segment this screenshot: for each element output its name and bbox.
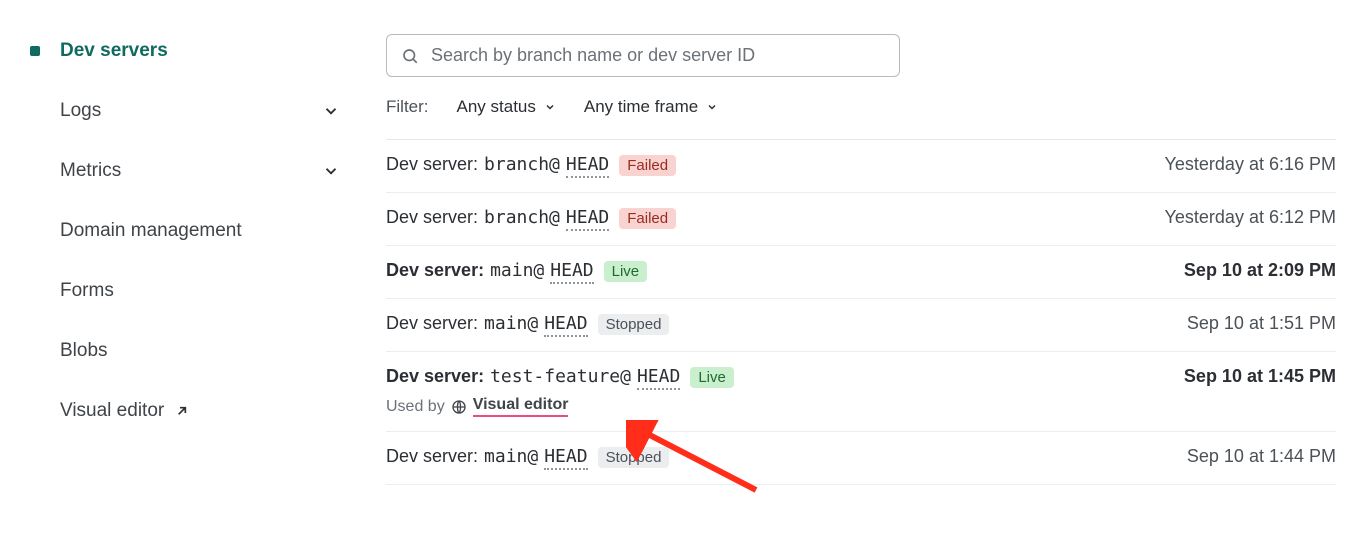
globe-icon: [451, 399, 467, 415]
sidebar-item-label: Visual editor: [60, 400, 164, 422]
branch-name: main@: [484, 446, 538, 467]
branch-name: main@: [484, 313, 538, 334]
used-by-label: Used by: [386, 398, 445, 416]
used-by-line: Used by Visual editor: [386, 396, 734, 417]
dev-server-row[interactable]: Dev server: branch@ HEAD Failed Yesterday a…: [386, 193, 1336, 246]
branch-name: branch@: [484, 154, 560, 175]
filter-row: Filter: Any status Any time frame: [386, 97, 1336, 140]
row-prefix: Dev server:: [386, 313, 478, 334]
row-prefix: Dev server:: [386, 366, 484, 387]
row-timestamp: Yesterday at 6:16 PM: [1165, 154, 1336, 175]
row-prefix: Dev server:: [386, 207, 478, 228]
filter-status-dropdown[interactable]: Any status: [457, 97, 556, 117]
row-timestamp: Sep 10 at 2:09 PM: [1184, 260, 1336, 281]
status-badge: Live: [604, 261, 648, 282]
row-timestamp: Sep 10 at 1:44 PM: [1187, 446, 1336, 467]
filter-timeframe-label: Any time frame: [584, 97, 698, 117]
sidebar: Dev servers Logs Metrics Domain management F…: [0, 0, 368, 545]
dev-server-row[interactable]: Dev server: main@ HEAD Stopped Sep 10 at 1:…: [386, 432, 1336, 485]
dev-server-row[interactable]: Dev server: branch@ HEAD Failed Yesterday a…: [386, 140, 1336, 193]
status-badge: Stopped: [598, 314, 670, 335]
row-prefix: Dev server:: [386, 260, 484, 281]
chevron-down-icon: [544, 101, 556, 113]
visual-editor-link[interactable]: Visual editor: [473, 396, 569, 417]
external-link-icon: [174, 403, 190, 419]
sidebar-item-blobs[interactable]: Blobs: [30, 330, 348, 372]
branch-name: branch@: [484, 207, 560, 228]
filter-status-label: Any status: [457, 97, 536, 117]
sidebar-item-label: Forms: [60, 280, 114, 302]
main-panel: Filter: Any status Any time frame Dev se…: [368, 0, 1354, 545]
dev-server-row[interactable]: Dev server: main@ HEAD Stopped Sep 10 at 1:…: [386, 299, 1336, 352]
row-timestamp: Sep 10 at 1:51 PM: [1187, 313, 1336, 334]
dev-server-row[interactable]: Dev server: main@ HEAD Live Sep 10 at 2:09 …: [386, 246, 1336, 299]
chevron-down-icon: [322, 102, 340, 120]
sidebar-item-label: Logs: [60, 100, 101, 122]
head-ref[interactable]: HEAD: [566, 207, 609, 231]
search-icon: [401, 47, 419, 65]
sidebar-item-label: Domain management: [60, 220, 242, 242]
sidebar-item-label: Blobs: [60, 340, 108, 362]
head-ref[interactable]: HEAD: [544, 313, 587, 337]
status-badge: Live: [690, 367, 734, 388]
chevron-down-icon: [322, 162, 340, 180]
search-input[interactable]: [431, 45, 885, 66]
sidebar-item-dev-servers[interactable]: Dev servers: [30, 30, 348, 72]
dev-server-list: Dev server: branch@ HEAD Failed Yesterday a…: [386, 140, 1336, 485]
row-timestamp: Yesterday at 6:12 PM: [1165, 207, 1336, 228]
head-ref[interactable]: HEAD: [544, 446, 587, 470]
status-badge: Failed: [619, 208, 676, 229]
filter-label: Filter:: [386, 97, 429, 117]
sidebar-item-label: Metrics: [60, 160, 121, 182]
row-prefix: Dev server:: [386, 446, 478, 467]
status-badge: Failed: [619, 155, 676, 176]
status-badge: Stopped: [598, 447, 670, 468]
sidebar-item-metrics[interactable]: Metrics: [30, 150, 348, 192]
search-field-wrap[interactable]: [386, 34, 900, 77]
head-ref[interactable]: HEAD: [637, 366, 680, 390]
sidebar-item-forms[interactable]: Forms: [30, 270, 348, 312]
branch-name: main@: [490, 260, 544, 281]
chevron-down-icon: [706, 101, 718, 113]
sidebar-item-label: Dev servers: [60, 40, 168, 62]
sidebar-item-logs[interactable]: Logs: [30, 90, 348, 132]
sidebar-item-domain-management[interactable]: Domain management: [30, 210, 348, 252]
head-ref[interactable]: HEAD: [550, 260, 593, 284]
row-timestamp: Sep 10 at 1:45 PM: [1184, 366, 1336, 387]
sidebar-item-visual-editor[interactable]: Visual editor: [30, 390, 348, 432]
row-prefix: Dev server:: [386, 154, 478, 175]
dev-server-row[interactable]: Dev server: test-feature@ HEAD Live Used by…: [386, 352, 1336, 432]
head-ref[interactable]: HEAD: [566, 154, 609, 178]
branch-name: test-feature@: [490, 366, 631, 387]
filter-timeframe-dropdown[interactable]: Any time frame: [584, 97, 718, 117]
